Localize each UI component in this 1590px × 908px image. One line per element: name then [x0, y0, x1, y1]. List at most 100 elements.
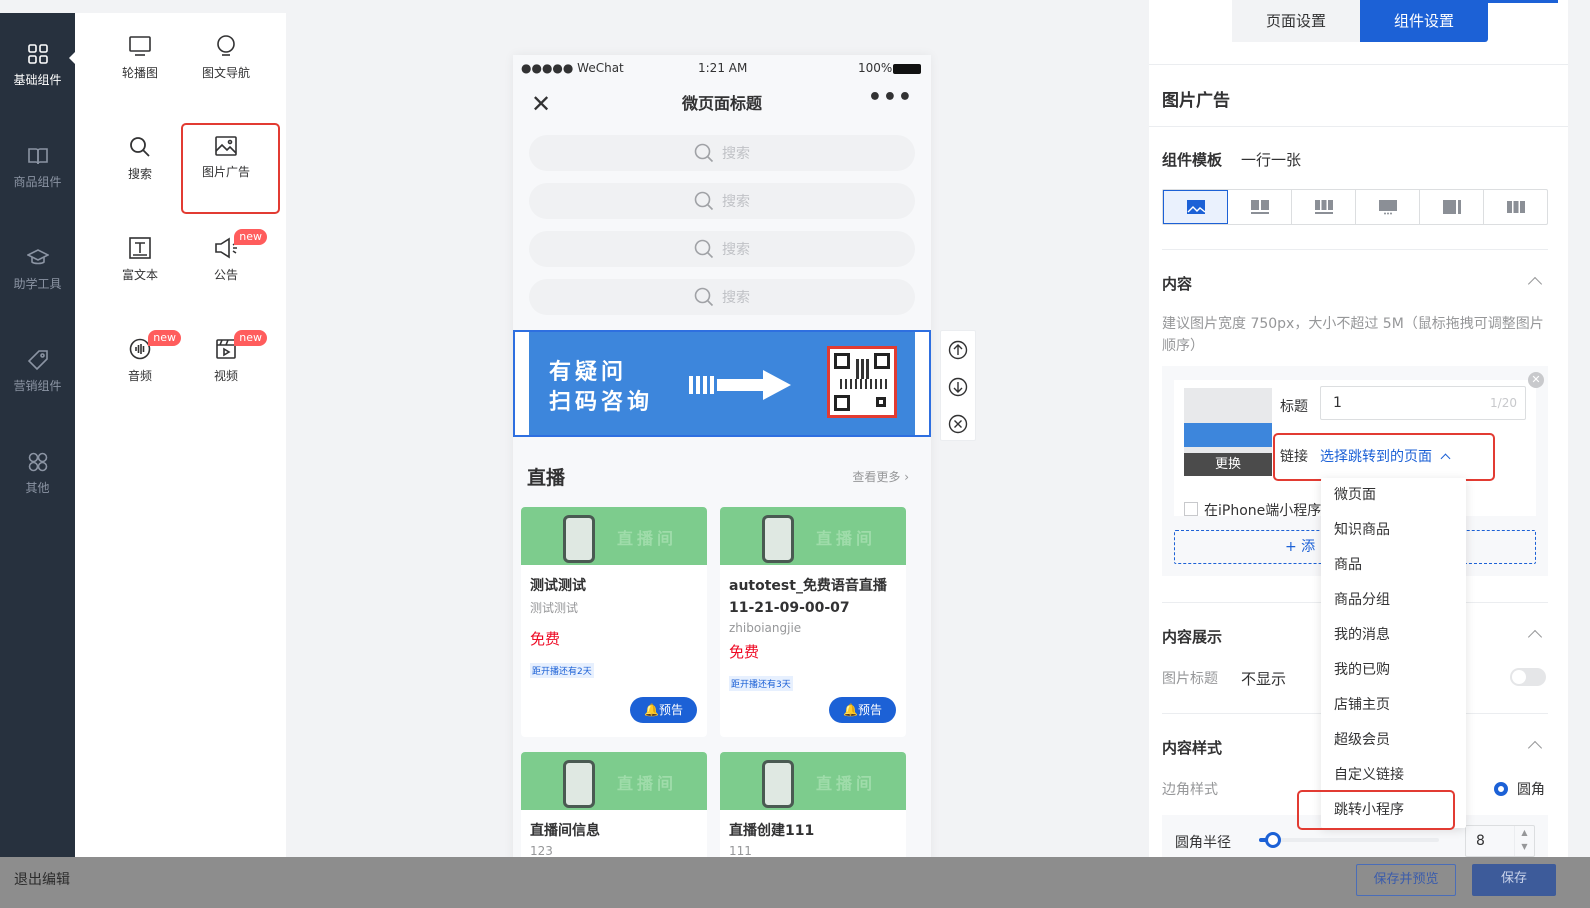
chevron-up-icon[interactable]: [1527, 740, 1543, 756]
battery-text: 100%: [858, 61, 893, 75]
image-icon: [215, 136, 237, 156]
move-down-button[interactable]: [941, 368, 975, 405]
delete-component-button[interactable]: [941, 405, 975, 442]
graduation-cap-icon: [26, 249, 49, 265]
chevron-up-icon: [1441, 453, 1451, 464]
upload-hint: 建议图片宽度 750px，大小不超过 5M（鼠标拖拽可调整图片顺序）: [1162, 316, 1544, 354]
component-notice[interactable]: 公告 new: [183, 227, 269, 309]
exit-edit-button[interactable]: 退出编辑: [14, 869, 70, 889]
link-select[interactable]: 选择跳转到的页面: [1320, 446, 1451, 466]
component-rich-text[interactable]: 富文本: [97, 227, 183, 309]
dropdown-item[interactable]: 超级会员: [1321, 723, 1466, 758]
slide-icon: [1506, 201, 1525, 213]
more-icon[interactable]: •••: [868, 75, 913, 121]
live-card-price: 免费: [729, 643, 760, 661]
radius-slider[interactable]: [1259, 832, 1439, 848]
divider: [1149, 126, 1568, 127]
scrollbar-track[interactable]: [1568, 0, 1590, 908]
nav-label: 其他: [25, 481, 50, 495]
live-image-label: 直播间: [616, 774, 677, 793]
live-more-label: 查看更多: [852, 470, 901, 484]
component-video[interactable]: 视频 new: [183, 328, 269, 410]
image-icon: [1186, 200, 1205, 214]
dropdown-item[interactable]: 知识商品: [1321, 513, 1466, 548]
chevron-up-icon[interactable]: [1527, 629, 1543, 645]
nav-label: 基础组件: [13, 73, 62, 87]
tab-page-settings[interactable]: 页面设置: [1232, 0, 1360, 42]
tab-component-settings[interactable]: 组件设置: [1360, 0, 1488, 42]
dropdown-item[interactable]: 商品: [1321, 548, 1466, 583]
template-two-per-row[interactable]: [1228, 190, 1292, 224]
phone-illustration: [762, 760, 794, 808]
search-bar[interactable]: 搜索: [529, 135, 915, 171]
component-side-tools: [940, 330, 976, 441]
live-card-image: 直播间: [720, 507, 906, 565]
corner-round-radio[interactable]: [1494, 782, 1508, 796]
title-input-value: 1: [1333, 395, 1342, 411]
dropdown-item[interactable]: 我的消息: [1321, 618, 1466, 653]
image-ad-selected[interactable]: 有疑问 扫码咨询: [513, 330, 931, 437]
template-large-small[interactable]: [1420, 190, 1484, 224]
close-icon[interactable]: ✕: [531, 81, 551, 127]
search-placeholder: 搜索: [722, 242, 750, 258]
component-image-nav[interactable]: 图文导航: [183, 25, 269, 107]
live-card-title: 直播创建111: [729, 823, 815, 839]
live-card-image: 直播间: [521, 507, 707, 565]
component-audio[interactable]: 音频 new: [97, 328, 183, 410]
nav-item-goods[interactable]: 商品组件: [0, 145, 75, 190]
search-bar[interactable]: 搜索: [529, 231, 915, 267]
search-bar[interactable]: 搜索: [529, 183, 915, 219]
live-card[interactable]: 直播间 autotest_免费语音直播11-21-09-00-07 zhiboi…: [720, 507, 906, 737]
radius-input-value: 8: [1476, 833, 1485, 849]
dropdown-item[interactable]: 我的已购: [1321, 653, 1466, 688]
template-one-per-row[interactable]: [1163, 190, 1228, 224]
chevron-up-icon[interactable]: [1527, 276, 1543, 292]
image-thumbnail: 更换: [1184, 388, 1272, 476]
stepper-arrows-icon[interactable]: ▲ ▼: [1514, 826, 1534, 856]
nav-item-marketing[interactable]: 营销组件: [0, 349, 75, 394]
search-icon: [694, 239, 714, 259]
nav-item-basic[interactable]: 基础组件: [0, 43, 76, 88]
search-icon: [694, 191, 714, 211]
template-carousel[interactable]: [1356, 190, 1420, 224]
radius-input[interactable]: 8 ▲ ▼: [1465, 825, 1535, 857]
live-card-countdown: 距开播还有3天: [729, 676, 793, 691]
image-title-toggle[interactable]: [1510, 668, 1546, 686]
live-card[interactable]: 直播间 测试测试 测试测试 免费 距开播还有2天 🔔预告: [521, 507, 707, 737]
toggle-knob: [1512, 670, 1526, 684]
template-slide[interactable]: [1484, 190, 1547, 224]
live-more-link[interactable]: 查看更多 ›: [852, 468, 909, 485]
nav-item-study-tools[interactable]: 助学工具: [0, 247, 75, 292]
save-preview-button[interactable]: 保存并预览: [1356, 864, 1456, 896]
component-image-ad[interactable]: 图片广告: [183, 126, 269, 208]
search-icon: [694, 287, 714, 307]
remove-image-icon[interactable]: ✕: [1528, 372, 1544, 388]
corner-style-label: 边角样式: [1162, 782, 1218, 798]
title-input[interactable]: 1 1/20: [1320, 386, 1526, 420]
new-badge: new: [148, 330, 181, 346]
template-three-per-row[interactable]: [1292, 190, 1356, 224]
search-placeholder: 搜索: [722, 290, 750, 306]
preview-button[interactable]: 🔔预告: [829, 697, 896, 723]
component-search[interactable]: 搜索: [97, 126, 183, 208]
iphone-checkbox[interactable]: [1184, 502, 1198, 516]
save-button[interactable]: 保存: [1472, 864, 1556, 896]
page-title: 微页面标题: [681, 94, 762, 113]
move-up-button[interactable]: [941, 331, 975, 368]
dropdown-item[interactable]: 微页面: [1321, 478, 1466, 513]
live-card[interactable]: 直播间 直播创建111 111: [720, 752, 906, 870]
live-card[interactable]: 直播间 直播间信息 123: [521, 752, 707, 870]
dropdown-item[interactable]: 商品分组: [1321, 583, 1466, 618]
preview-button[interactable]: 🔔预告: [630, 697, 697, 723]
bulb-icon: [217, 35, 235, 56]
dropdown-item[interactable]: 店铺主页: [1321, 688, 1466, 723]
component-carousel[interactable]: 轮播图: [97, 25, 183, 107]
replace-image-button[interactable]: 更换: [1184, 453, 1272, 476]
image-title-value: 不显示: [1241, 670, 1287, 688]
nav-item-other[interactable]: 其他: [0, 451, 75, 496]
dropdown-item[interactable]: 跳转小程序: [1321, 793, 1466, 828]
live-card-image: 直播间: [720, 752, 906, 810]
search-bar[interactable]: 搜索: [529, 279, 915, 315]
dropdown-item[interactable]: 自定义链接: [1321, 758, 1466, 793]
component-label: 图文导航: [201, 66, 250, 80]
